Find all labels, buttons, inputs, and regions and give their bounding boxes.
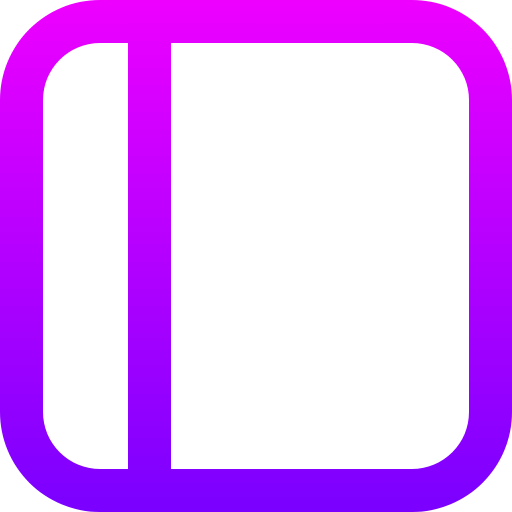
panel-frame xyxy=(0,0,512,512)
icon-canvas xyxy=(0,0,512,512)
sidebar-panel-icon xyxy=(0,0,512,512)
